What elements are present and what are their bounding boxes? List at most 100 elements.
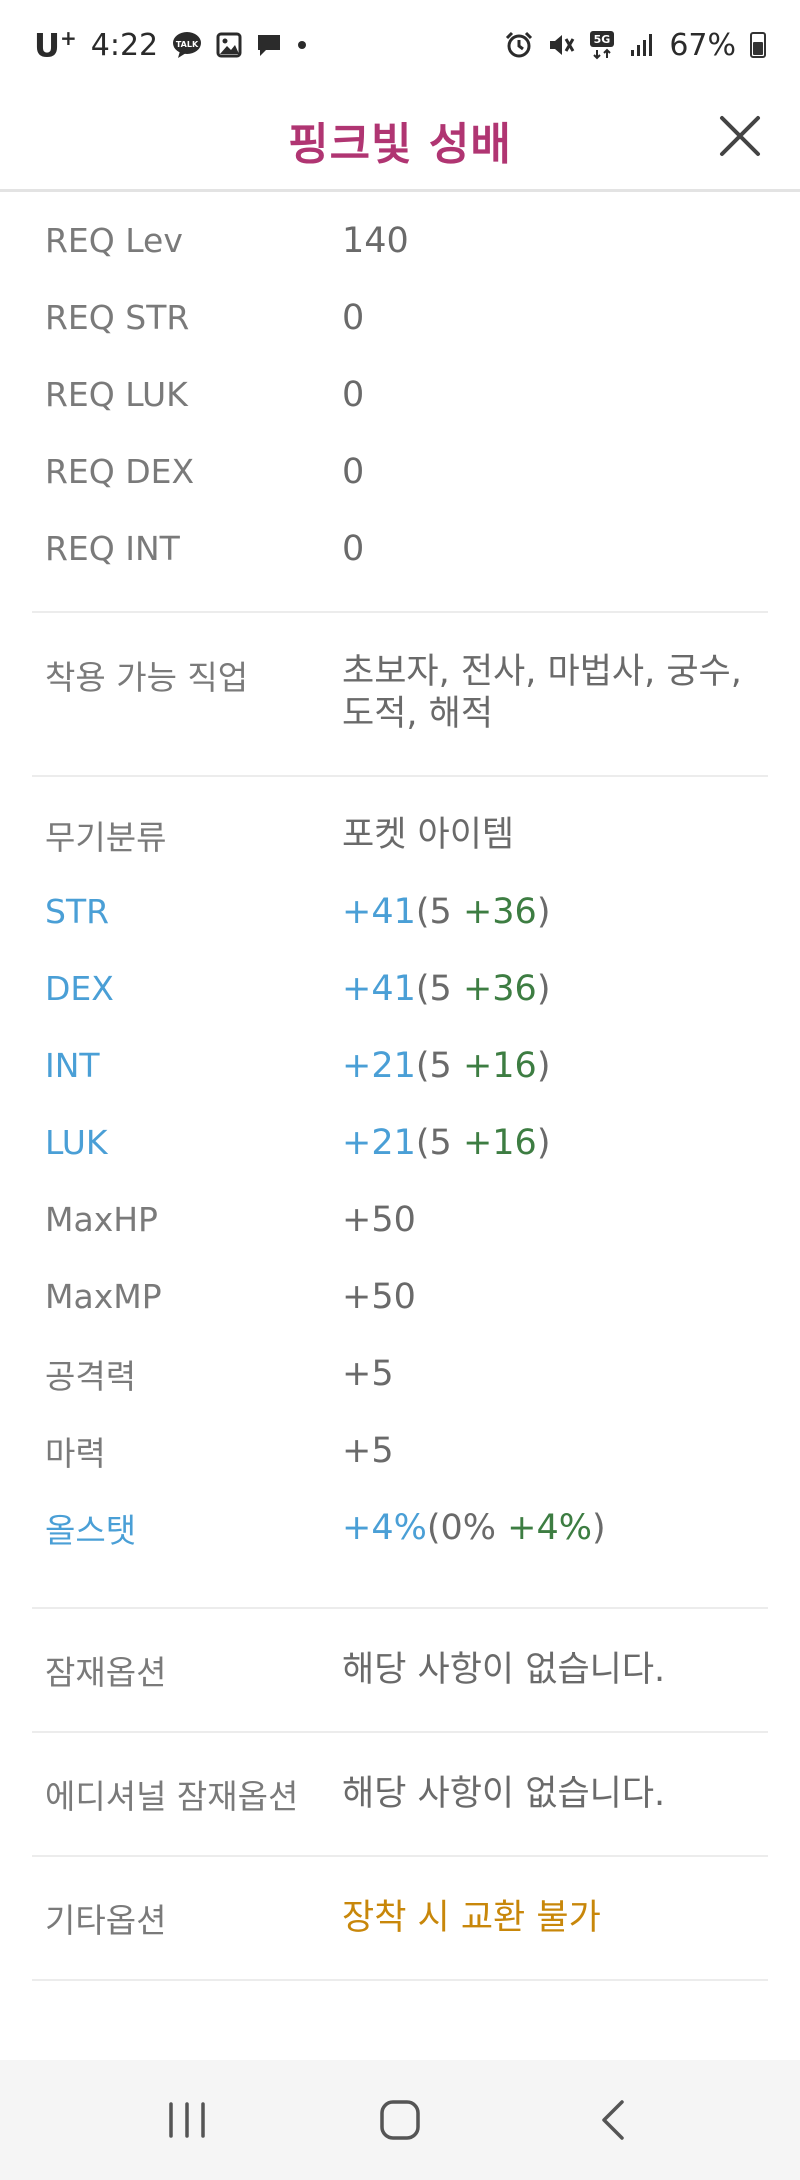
row-label: MaxMP [45,1277,162,1316]
row-label: 공격력 [45,1356,137,1396]
row-value: 0 [342,451,365,492]
stat-base: (5 [415,1122,463,1163]
row-label: DEX [45,969,114,1008]
stat-total: +41 [342,968,416,1009]
home-icon [380,2100,420,2140]
jobs-row: 착용 가능 직업 초보자, 전사, 마법사, 궁수, 도적, 해적 [0,613,800,775]
row-label: 착용 가능 직업 [45,658,249,697]
additional-potential-row: 에디셔널 잠재옵션 해당 사항이 없습니다. [0,1733,800,1855]
stat-close: ) [536,891,551,932]
stat-base: (5 [415,1045,463,1086]
req-luk-row: REQ LUK 0 [0,356,800,433]
alarm-icon [505,31,533,59]
row-label: 무기분류 [45,817,167,857]
row-label: 기타옵션 [45,1901,167,1940]
magic-row: 마력 +5 [0,1412,800,1489]
back-icon [602,2100,625,2140]
talk-icon: TALK [172,31,202,59]
row-value: +50 [342,1199,416,1240]
row-value: 포켓 아이템 [342,814,515,855]
stat-bonus: +16 [462,1122,537,1163]
req-str-row: REQ STR 0 [0,279,800,356]
row-value: +21(5 +16) [342,1122,800,1164]
signal-icon [629,32,655,58]
item-title: 핑크빛 성배 [288,119,512,170]
req-lev-row: REQ Lev 140 [0,202,800,279]
maxhp-row: MaxHP +50 [0,1181,800,1258]
row-value: +41(5 +36) [342,891,800,933]
stat-close: ) [536,1122,551,1163]
battery-icon [750,32,766,58]
potential-row: 잠재옵션 해당 사항이 없습니다. [0,1609,800,1731]
status-bar: U+ 4:22 TALK 5G 67% [0,0,800,90]
stat-total: +4% [342,1507,427,1548]
status-bar-left: U+ 4:22 TALK [34,25,308,65]
row-value: +4%(0% +4%) [342,1507,800,1549]
stat-close: ) [536,1045,551,1086]
home-button[interactable] [360,2090,440,2150]
row-label: 마력 [45,1433,106,1473]
luk-row: LUK +21(5 +16) [0,1104,800,1181]
allstat-row: 올스탯 +4%(0% +4%) [0,1489,800,1566]
row-value: 해당 사항이 없습니다. [342,1650,666,1690]
etc-option-row: 기타옵션 장착 시 교환 불가 [0,1857,800,1979]
maxmp-row: MaxMP +50 [0,1258,800,1335]
row-value: +41(5 +36) [342,968,800,1010]
stat-base: (0% [426,1507,508,1548]
stat-close: ) [536,968,551,1009]
5g-icon: 5G [589,30,615,60]
row-value: +5 [342,1430,394,1471]
svg-text:TALK: TALK [176,40,199,49]
stat-close: ) [592,1507,606,1548]
stat-bonus: +36 [462,968,537,1009]
svg-text:5G: 5G [594,33,611,46]
str-row: STR +41(5 +36) [0,873,800,950]
recent-apps-button[interactable] [147,2090,227,2150]
row-label: STR [45,892,110,931]
row-value: 0 [342,528,365,569]
row-label: REQ DEX [45,452,195,491]
stat-total: +21 [342,1045,416,1086]
row-label: 잠재옵션 [45,1653,167,1692]
mute-icon [547,31,575,59]
status-bar-right: 5G 67% [505,28,766,63]
row-value: +21(5 +16) [342,1045,800,1087]
row-value: 0 [342,297,365,338]
message-icon [256,32,282,58]
dex-row: DEX +41(5 +36) [0,950,800,1027]
weapon-type-row: 무기분류 포켓 아이템 [0,796,800,873]
stat-base: (5 [415,968,463,1009]
stat-total: +21 [342,1122,416,1163]
row-value: +50 [342,1276,416,1317]
row-label: REQ INT [45,529,180,568]
row-value: +5 [342,1353,394,1394]
divider [32,1979,768,1981]
carrier-label: U+ [34,25,77,65]
close-icon [720,116,760,156]
row-label: INT [45,1046,100,1085]
dot-icon [296,39,308,51]
req-dex-row: REQ DEX 0 [0,433,800,510]
req-int-row: REQ INT 0 [0,510,800,587]
row-label: MaxHP [45,1200,158,1239]
row-value: 초보자, 전사, 마법사, 궁수, 도적, 해적 [342,652,742,734]
battery-percent: 67% [669,27,736,63]
row-label: 에디셔널 잠재옵션 [45,1777,299,1816]
stat-base: (5 [415,891,463,932]
stat-bonus: +36 [462,891,537,932]
row-label: REQ Lev [45,221,183,260]
row-label: 올스탯 [45,1510,137,1550]
stat-total: +41 [342,891,416,932]
recent-apps-icon [168,2102,205,2138]
row-value: 해당 사항이 없습니다. [342,1774,666,1814]
int-row: INT +21(5 +16) [0,1027,800,1104]
back-button[interactable] [573,2090,653,2150]
system-nav-bar [0,2060,800,2180]
row-label: REQ LUK [45,375,188,414]
stat-bonus: +16 [462,1045,537,1086]
gallery-icon [216,32,242,58]
row-value: 장착 시 교환 불가 [342,1898,601,1938]
stat-bonus: +4% [507,1507,593,1548]
close-button[interactable] [712,108,768,164]
item-detail-content: REQ Lev 140 REQ STR 0 REQ LUK 0 REQ DEX 0 RE… [0,192,800,1981]
